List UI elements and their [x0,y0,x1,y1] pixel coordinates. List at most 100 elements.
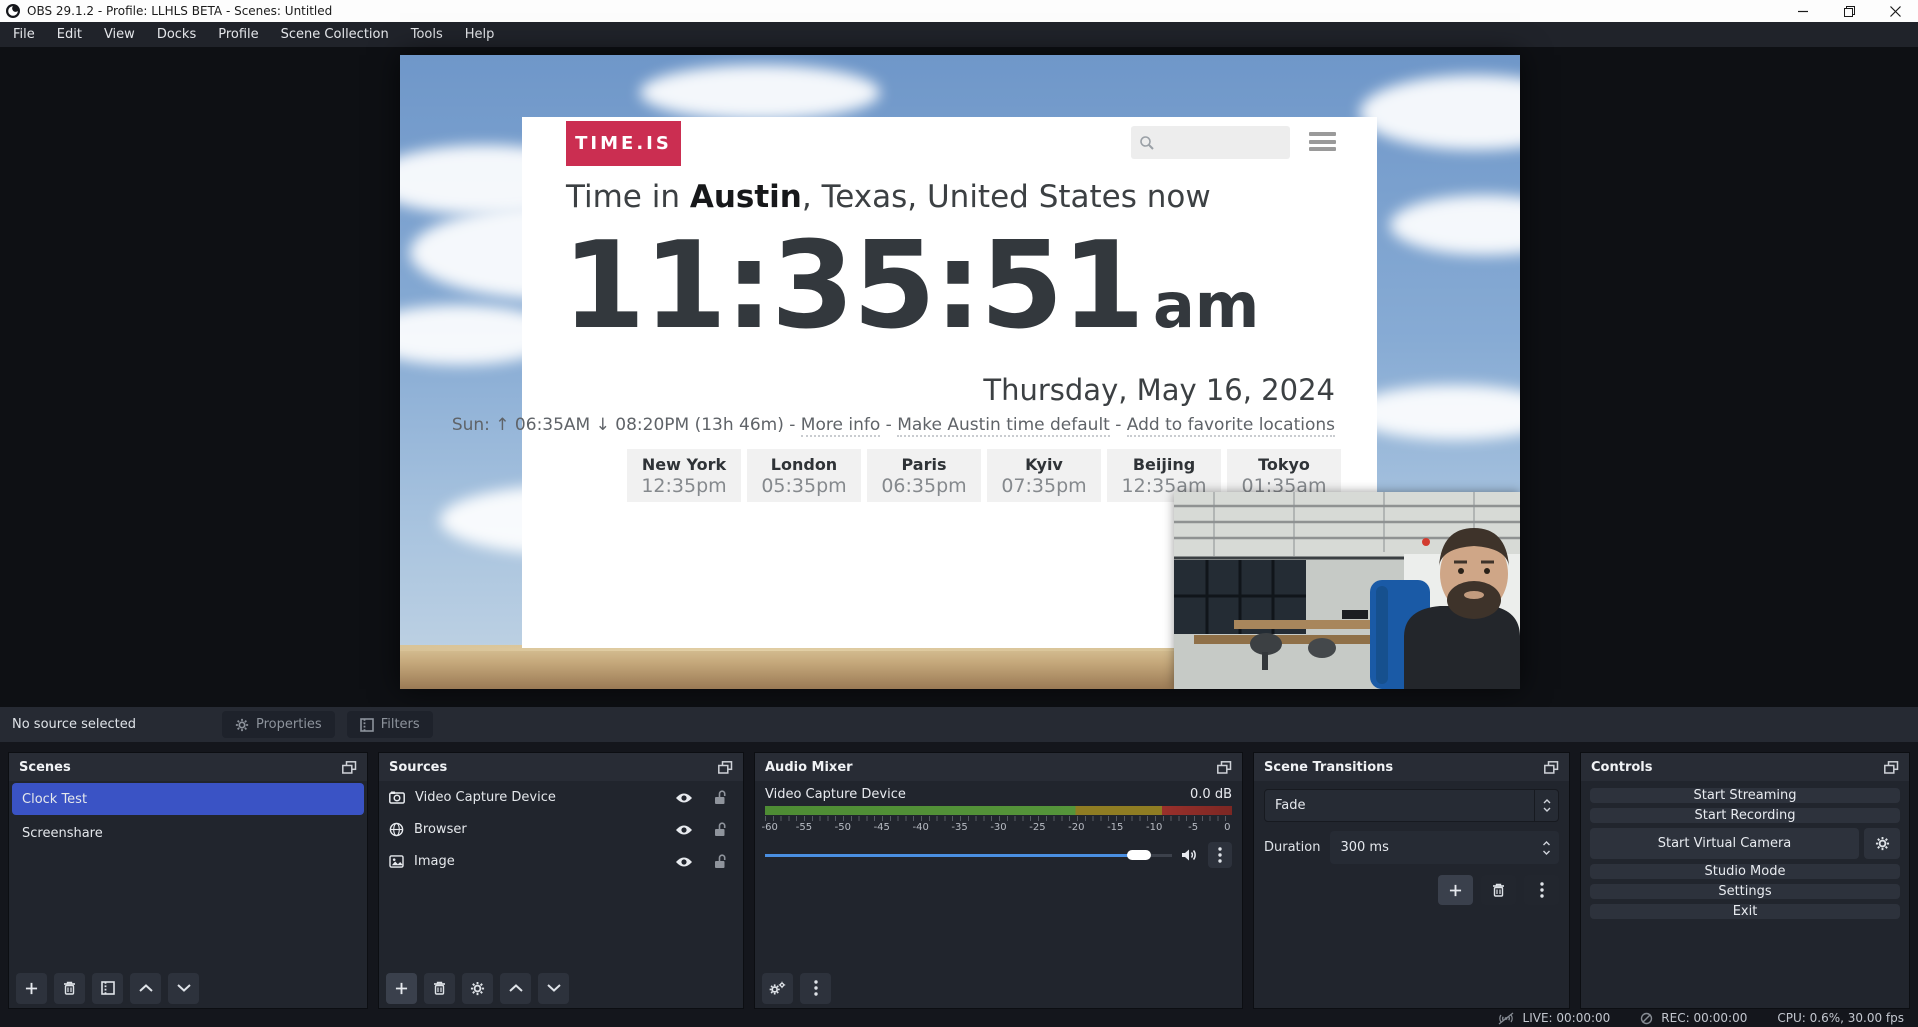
lock-icon[interactable] [707,822,733,837]
cloud [1390,195,1520,255]
city-card[interactable]: London05:35pm [747,449,861,502]
meter-scale: -60 -55 -50 -45 -40 -35 -30 -25 -20 -15 … [765,822,1232,834]
spin-arrows-icon[interactable] [1533,841,1559,855]
menu-help[interactable]: Help [454,22,506,47]
visibility-eye-icon[interactable] [671,856,697,868]
menu-edit[interactable]: Edit [46,22,93,47]
webcam-overlay[interactable] [1174,492,1520,689]
lock-icon[interactable] [707,790,733,805]
start-streaming-button[interactable]: Start Streaming [1590,788,1900,803]
start-recording-button[interactable]: Start Recording [1590,808,1900,823]
audio-mixer-panel: Audio Mixer Video Capture Device 0.0 dB … [754,752,1243,1009]
minimize-button[interactable] [1780,0,1826,22]
add-source-button[interactable] [386,973,417,1004]
remove-source-button[interactable] [424,973,455,1004]
close-button[interactable] [1872,0,1918,22]
menu-view[interactable]: View [93,22,146,47]
filters-button[interactable]: Filters [347,711,433,738]
mixer-options-button[interactable] [1208,842,1232,868]
live-time: LIVE: 00:00:00 [1523,1011,1611,1025]
popout-icon[interactable] [1217,761,1232,774]
timeis-logo[interactable]: TIME.IS [566,121,681,166]
canvas-area: TIME.IS Time in Austin, Texas, United St… [0,47,1918,707]
scenes-panel-title: Scenes [19,760,71,775]
record-inactive-icon [1640,1012,1653,1025]
volume-slider-handle[interactable] [1127,850,1151,860]
settings-button[interactable]: Settings [1590,884,1900,899]
hamburger-menu-icon[interactable] [1309,130,1336,153]
volume-slider[interactable] [765,849,1172,861]
city-card[interactable]: Paris06:35pm [867,449,981,502]
program-preview[interactable]: TIME.IS Time in Austin, Texas, United St… [400,55,1520,689]
source-infobar: No source selected Properties Filters [0,707,1918,742]
city-name: Austin [690,179,802,215]
city-card[interactable]: Kyiv07:35pm [987,449,1101,502]
controls-title: Controls [1591,760,1652,775]
audio-mixer-title: Audio Mixer [765,760,853,775]
move-source-down-button[interactable] [538,973,569,1004]
lock-icon[interactable] [707,854,733,869]
move-scene-down-button[interactable] [168,973,199,1004]
visibility-eye-icon[interactable] [671,824,697,836]
add-transition-button[interactable] [1438,875,1473,905]
properties-button[interactable]: Properties [222,711,335,738]
move-scene-up-button[interactable] [130,973,161,1004]
studio-mode-button[interactable]: Studio Mode [1590,864,1900,879]
scene-item-clock-test[interactable]: Clock Test [12,783,364,815]
transition-select[interactable]: Fade [1264,789,1559,822]
source-item-browser[interactable]: Browser [379,814,743,845]
source-properties-button[interactable] [462,973,493,1004]
menu-profile[interactable]: Profile [207,22,269,47]
statusbar: LIVE: 00:00:00 REC: 00:00:00 CPU: 0.6%, … [0,1009,1918,1027]
scene-item-screenshare[interactable]: Screenshare [12,817,364,849]
timeis-search-input[interactable] [1131,126,1290,159]
popout-icon[interactable] [1544,761,1559,774]
add-scene-button[interactable] [16,973,47,1004]
duration-spinbox[interactable]: 300 ms [1330,831,1559,864]
filters-icon [360,718,374,732]
rec-time: REC: 00:00:00 [1661,1011,1747,1025]
stream-inactive-icon [1497,1012,1515,1025]
cloud [1360,75,1520,150]
menu-docks[interactable]: Docks [146,22,207,47]
make-default-link[interactable]: Make Austin time default [897,415,1110,437]
start-virtual-camera-button[interactable]: Start Virtual Camera [1590,828,1859,859]
restore-button[interactable] [1826,0,1872,22]
source-item-video-capture[interactable]: Video Capture Device [379,782,743,813]
virtual-camera-settings-button[interactable] [1864,828,1900,859]
move-source-up-button[interactable] [500,973,531,1004]
source-status-text: No source selected [12,717,222,732]
scene-filters-button[interactable] [92,973,123,1004]
sources-panel-title: Sources [389,760,447,775]
city-card[interactable]: New York12:35pm [627,449,741,502]
controls-panel: Controls Start Streaming Start Recording… [1580,752,1910,1009]
remove-transition-button[interactable] [1481,875,1516,905]
image-icon [389,855,404,868]
exit-button[interactable]: Exit [1590,904,1900,919]
sources-panel: Sources Video Capture Device Browser [378,752,744,1009]
visibility-eye-icon[interactable] [671,792,697,804]
more-info-link[interactable]: More info [801,415,880,437]
popout-icon[interactable] [342,761,357,774]
sun-info-line: Sun: ↑ 06:35AM ↓ 08:20PM (13h 46m) - Mor… [452,415,1335,435]
menu-file[interactable]: File [2,22,46,47]
source-item-image[interactable]: Image [379,846,743,877]
globe-icon [389,822,404,837]
popout-icon[interactable] [718,761,733,774]
mixer-db-value: 0.0 dB [1190,787,1232,802]
menu-scene-collection[interactable]: Scene Collection [270,22,400,47]
transition-properties-button[interactable] [1524,875,1559,905]
advanced-audio-button[interactable] [762,973,793,1004]
current-time: 11:35:51am [562,217,1259,356]
speaker-icon[interactable] [1181,848,1199,862]
remove-scene-button[interactable] [54,973,85,1004]
popout-icon[interactable] [1884,761,1899,774]
combo-arrows-icon [1534,790,1558,821]
menu-tools[interactable]: Tools [400,22,454,47]
add-favorite-link[interactable]: Add to favorite locations [1127,415,1335,437]
obs-window: OBS 29.1.2 - Profile: LLHLS BETA - Scene… [0,0,1918,1027]
scenes-panel: Scenes Clock Test Screenshare [8,752,368,1009]
obs-logo-icon [6,4,20,18]
volume-meter [765,806,1232,815]
mixer-menu-button[interactable] [800,973,831,1004]
